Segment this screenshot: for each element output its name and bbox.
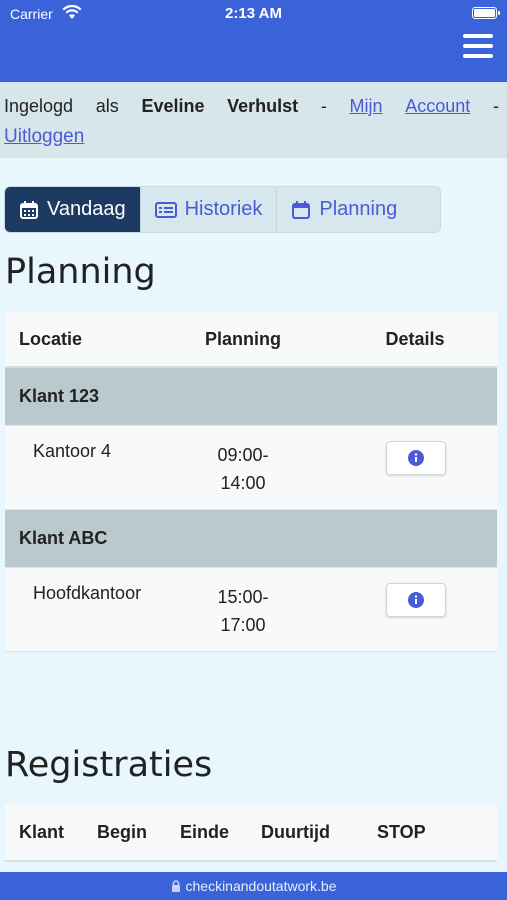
planning-end: 17:00 (220, 615, 266, 635)
tab-label: Vandaag (47, 198, 126, 220)
planning-start: 09:00- (217, 445, 269, 465)
tab-vandaag[interactable]: Vandaag (5, 187, 141, 232)
details-cell (313, 441, 497, 475)
info-icon (408, 450, 424, 466)
planning-cell: 09:00- 14:00 (173, 441, 313, 497)
table-header: Klant Begin Einde Duurtijd STOP (5, 804, 497, 862)
battery-icon (472, 7, 500, 19)
my-account-link-word2[interactable]: Account (405, 92, 470, 121)
info-icon (408, 592, 424, 608)
tab-label: Historiek (184, 198, 263, 220)
header-klant: Klant (19, 821, 64, 842)
details-button[interactable] (386, 583, 446, 617)
logout-link[interactable]: Uitloggen (4, 126, 84, 147)
separator: - (320, 96, 327, 116)
view-tabs: Vandaag Historiek Planning (4, 186, 441, 233)
location-cell: Kantoor 4 (33, 441, 112, 461)
calendar-icon (20, 200, 38, 219)
location-cell: Hoofdkantoor (33, 583, 142, 603)
lock-icon (171, 880, 180, 892)
my-account-link-word1[interactable]: Mijn (350, 92, 383, 121)
registraties-title: Registraties (5, 745, 213, 785)
browser-url-bar[interactable]: checkinandoutatwork.be (0, 872, 507, 900)
client-group-row: Klant ABC (5, 510, 497, 568)
header-planning: Planning (205, 328, 281, 349)
login-info-bar: Ingelogd als Eveline Verhulst - Mijn Acc… (0, 82, 507, 158)
tab-label: Planning (319, 198, 398, 220)
client-group-row: Klant 123 (5, 368, 497, 426)
table-row: Hoofdkantoor 15:00- 17:00 (5, 568, 497, 652)
header-stop: STOP (377, 821, 426, 842)
header-details: Details (385, 328, 445, 349)
table-row: Kantoor 4 09:00- 14:00 (5, 426, 497, 510)
top-navbar (0, 30, 507, 82)
header-einde: Einde (180, 821, 230, 842)
registraties-table: Klant Begin Einde Duurtijd STOP (5, 804, 497, 862)
login-prefix: Ingelogd (4, 96, 74, 116)
header-locatie: Locatie (19, 328, 83, 349)
planning-table: Locatie Planning Details Klant 123 Kanto… (5, 312, 497, 652)
tab-historiek[interactable]: Historiek (141, 187, 278, 232)
header-duurtijd: Duurtijd (261, 821, 330, 842)
header-begin: Begin (97, 821, 148, 842)
user-last-name: Verhulst (227, 96, 299, 116)
user-first-name: Eveline (141, 96, 205, 116)
menu-icon[interactable] (463, 34, 493, 60)
list-icon (154, 201, 177, 218)
clock: 2:13 AM (225, 5, 282, 22)
status-bar: Carrier 2:13 AM (0, 0, 507, 30)
planning-title: Planning (5, 252, 156, 292)
calendar-outline-icon (292, 200, 311, 219)
details-button[interactable] (386, 441, 446, 475)
planning-start: 15:00- (217, 587, 269, 607)
planning-cell: 15:00- 17:00 (173, 583, 313, 639)
tab-planning[interactable]: Planning (277, 187, 411, 232)
planning-end: 14:00 (220, 473, 266, 493)
login-als: als (95, 96, 119, 116)
details-cell (313, 583, 497, 617)
separator: - (492, 96, 499, 116)
table-header: Locatie Planning Details (5, 312, 497, 368)
url-text: checkinandoutatwork.be (185, 878, 337, 894)
